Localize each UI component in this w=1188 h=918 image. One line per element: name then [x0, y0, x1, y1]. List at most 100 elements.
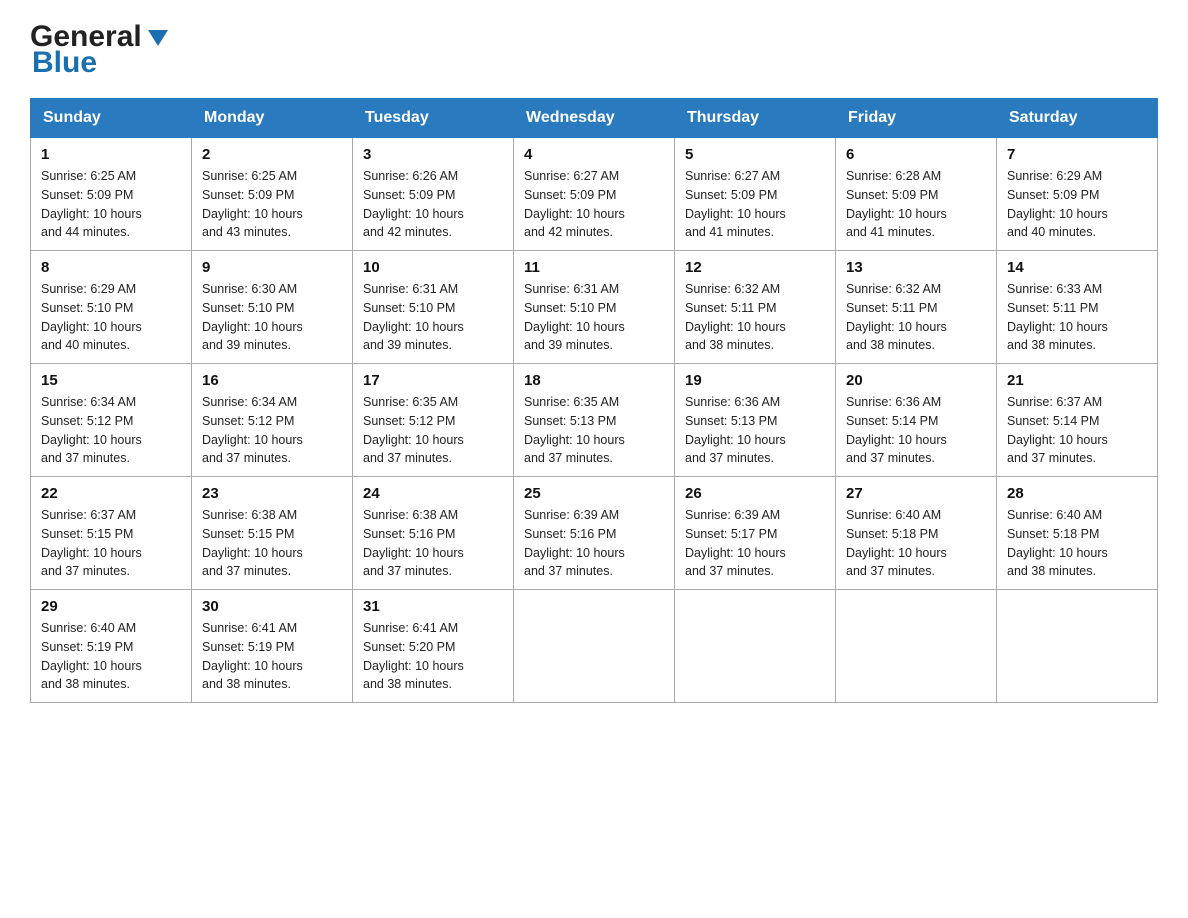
calendar-cell: 21 Sunrise: 6:37 AMSunset: 5:14 PMDayligh… [997, 364, 1158, 477]
calendar-cell: 3Sunrise: 6:26 AMSunset: 5:09 PMDaylight… [353, 138, 514, 251]
day-info: Sunrise: 6:34 AMSunset: 5:12 PMDaylight:… [41, 393, 181, 468]
day-info: Sunrise: 6:36 AMSunset: 5:14 PMDaylight:… [846, 393, 986, 468]
calendar-cell: 13 Sunrise: 6:32 AMSunset: 5:11 PMDayligh… [836, 251, 997, 364]
calendar-cell: 15 Sunrise: 6:34 AMSunset: 5:12 PMDayligh… [31, 364, 192, 477]
calendar-cell: 29 Sunrise: 6:40 AMSunset: 5:19 PMDayligh… [31, 590, 192, 703]
calendar-cell: 12 Sunrise: 6:32 AMSunset: 5:11 PMDayligh… [675, 251, 836, 364]
logo-blue-text: Blue [32, 46, 97, 80]
day-number: 26 [685, 485, 825, 502]
day-info: Sunrise: 6:38 AMSunset: 5:15 PMDaylight:… [202, 506, 342, 581]
day-number: 22 [41, 485, 181, 502]
calendar-cell: 20 Sunrise: 6:36 AMSunset: 5:14 PMDayligh… [836, 364, 997, 477]
day-number: 9 [202, 259, 342, 276]
day-info: Sunrise: 6:39 AMSunset: 5:17 PMDaylight:… [685, 506, 825, 581]
day-info: Sunrise: 6:29 AMSunset: 5:10 PMDaylight:… [41, 280, 181, 355]
calendar-week-row: 1 Sunrise: 6:25 AMSunset: 5:09 PMDaylight… [31, 138, 1158, 251]
day-info: Sunrise: 6:37 AMSunset: 5:15 PMDaylight:… [41, 506, 181, 581]
day-info: Sunrise: 6:27 AMSunset: 5:09 PMDaylight:… [524, 167, 664, 242]
day-info: Sunrise: 6:36 AMSunset: 5:13 PMDaylight:… [685, 393, 825, 468]
day-info: Sunrise: 6:29 AMSunset: 5:09 PMDaylight:… [1007, 167, 1147, 242]
day-number: 12 [685, 259, 825, 276]
calendar-cell [675, 590, 836, 703]
calendar-header-monday: Monday [192, 99, 353, 138]
calendar-table: SundayMondayTuesdayWednesdayThursdayFrid… [30, 98, 1158, 703]
calendar-cell: 31Sunrise: 6:41 AMSunset: 5:20 PMDayligh… [353, 590, 514, 703]
calendar-week-row: 15 Sunrise: 6:34 AMSunset: 5:12 PMDayligh… [31, 364, 1158, 477]
day-info: Sunrise: 6:30 AMSunset: 5:10 PMDaylight:… [202, 280, 342, 355]
day-number: 31 [363, 598, 503, 615]
calendar-cell: 6Sunrise: 6:28 AMSunset: 5:09 PMDaylight… [836, 138, 997, 251]
day-number: 2 [202, 146, 342, 163]
day-info: Sunrise: 6:31 AMSunset: 5:10 PMDaylight:… [363, 280, 503, 355]
calendar-header-sunday: Sunday [31, 99, 192, 138]
day-info: Sunrise: 6:38 AMSunset: 5:16 PMDaylight:… [363, 506, 503, 581]
day-number: 30 [202, 598, 342, 615]
calendar-cell: 9 Sunrise: 6:30 AMSunset: 5:10 PMDaylight… [192, 251, 353, 364]
day-number: 17 [363, 372, 503, 389]
day-number: 21 [1007, 372, 1147, 389]
calendar-cell: 11 Sunrise: 6:31 AMSunset: 5:10 PMDayligh… [514, 251, 675, 364]
calendar-cell: 25 Sunrise: 6:39 AMSunset: 5:16 PMDayligh… [514, 477, 675, 590]
day-number: 25 [524, 485, 664, 502]
day-info: Sunrise: 6:34 AMSunset: 5:12 PMDaylight:… [202, 393, 342, 468]
calendar-header-friday: Friday [836, 99, 997, 138]
day-number: 23 [202, 485, 342, 502]
calendar-cell: 30Sunrise: 6:41 AMSunset: 5:19 PMDayligh… [192, 590, 353, 703]
calendar-header-thursday: Thursday [675, 99, 836, 138]
day-info: Sunrise: 6:40 AMSunset: 5:19 PMDaylight:… [41, 619, 181, 694]
day-number: 1 [41, 146, 181, 163]
day-info: Sunrise: 6:35 AMSunset: 5:13 PMDaylight:… [524, 393, 664, 468]
calendar-cell: 28Sunrise: 6:40 AMSunset: 5:18 PMDayligh… [997, 477, 1158, 590]
day-number: 10 [363, 259, 503, 276]
day-number: 29 [41, 598, 181, 615]
day-info: Sunrise: 6:32 AMSunset: 5:11 PMDaylight:… [685, 280, 825, 355]
calendar-cell: 26 Sunrise: 6:39 AMSunset: 5:17 PMDayligh… [675, 477, 836, 590]
day-info: Sunrise: 6:39 AMSunset: 5:16 PMDaylight:… [524, 506, 664, 581]
day-number: 11 [524, 259, 664, 276]
page-header: General Blue [30, 20, 1158, 80]
calendar-cell: 19Sunrise: 6:36 AMSunset: 5:13 PMDayligh… [675, 364, 836, 477]
calendar-cell: 10 Sunrise: 6:31 AMSunset: 5:10 PMDayligh… [353, 251, 514, 364]
calendar-cell: 5 Sunrise: 6:27 AMSunset: 5:09 PMDaylight… [675, 138, 836, 251]
day-number: 3 [363, 146, 503, 163]
day-info: Sunrise: 6:25 AMSunset: 5:09 PMDaylight:… [202, 167, 342, 242]
day-number: 14 [1007, 259, 1147, 276]
calendar-header-tuesday: Tuesday [353, 99, 514, 138]
calendar-cell: 4 Sunrise: 6:27 AMSunset: 5:09 PMDaylight… [514, 138, 675, 251]
day-number: 5 [685, 146, 825, 163]
day-info: Sunrise: 6:35 AMSunset: 5:12 PMDaylight:… [363, 393, 503, 468]
day-info: Sunrise: 6:37 AMSunset: 5:14 PMDaylight:… [1007, 393, 1147, 468]
calendar-cell: 7 Sunrise: 6:29 AMSunset: 5:09 PMDaylight… [997, 138, 1158, 251]
day-info: Sunrise: 6:31 AMSunset: 5:10 PMDaylight:… [524, 280, 664, 355]
day-number: 16 [202, 372, 342, 389]
calendar-week-row: 8 Sunrise: 6:29 AMSunset: 5:10 PMDaylight… [31, 251, 1158, 364]
calendar-week-row: 29 Sunrise: 6:40 AMSunset: 5:19 PMDayligh… [31, 590, 1158, 703]
day-number: 20 [846, 372, 986, 389]
day-info: Sunrise: 6:40 AMSunset: 5:18 PMDaylight:… [1007, 506, 1147, 581]
day-number: 7 [1007, 146, 1147, 163]
day-number: 13 [846, 259, 986, 276]
logo-triangle-icon [144, 24, 172, 52]
logo: General Blue [30, 20, 172, 80]
day-number: 8 [41, 259, 181, 276]
calendar-cell [836, 590, 997, 703]
calendar-cell: 27Sunrise: 6:40 AMSunset: 5:18 PMDayligh… [836, 477, 997, 590]
day-number: 15 [41, 372, 181, 389]
day-info: Sunrise: 6:25 AMSunset: 5:09 PMDaylight:… [41, 167, 181, 242]
day-number: 24 [363, 485, 503, 502]
day-info: Sunrise: 6:27 AMSunset: 5:09 PMDaylight:… [685, 167, 825, 242]
day-info: Sunrise: 6:33 AMSunset: 5:11 PMDaylight:… [1007, 280, 1147, 355]
day-info: Sunrise: 6:40 AMSunset: 5:18 PMDaylight:… [846, 506, 986, 581]
calendar-cell: 24 Sunrise: 6:38 AMSunset: 5:16 PMDayligh… [353, 477, 514, 590]
calendar-cell: 8 Sunrise: 6:29 AMSunset: 5:10 PMDaylight… [31, 251, 192, 364]
calendar-cell [514, 590, 675, 703]
calendar-cell: 2 Sunrise: 6:25 AMSunset: 5:09 PMDaylight… [192, 138, 353, 251]
day-number: 6 [846, 146, 986, 163]
day-number: 4 [524, 146, 664, 163]
calendar-cell: 22 Sunrise: 6:37 AMSunset: 5:15 PMDayligh… [31, 477, 192, 590]
day-info: Sunrise: 6:32 AMSunset: 5:11 PMDaylight:… [846, 280, 986, 355]
calendar-header-row: SundayMondayTuesdayWednesdayThursdayFrid… [31, 99, 1158, 138]
calendar-week-row: 22 Sunrise: 6:37 AMSunset: 5:15 PMDayligh… [31, 477, 1158, 590]
calendar-header-wednesday: Wednesday [514, 99, 675, 138]
calendar-cell: 1 Sunrise: 6:25 AMSunset: 5:09 PMDaylight… [31, 138, 192, 251]
